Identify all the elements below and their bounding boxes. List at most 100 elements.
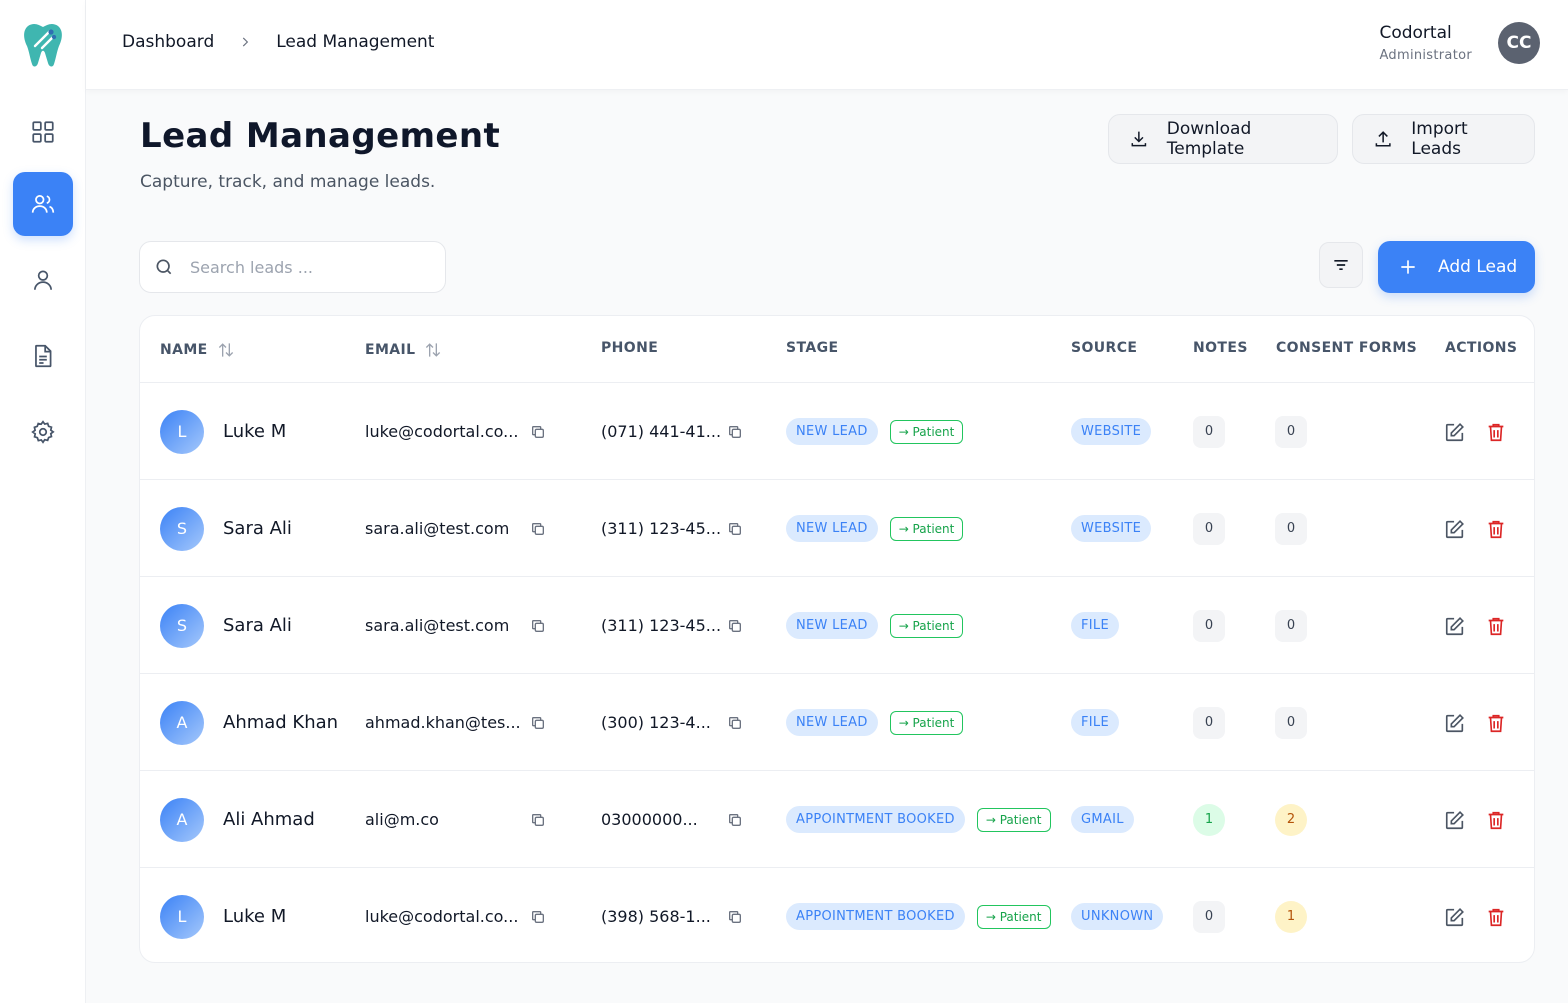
copy-email-button[interactable] — [530, 868, 546, 962]
copy-phone-button[interactable] — [727, 868, 743, 962]
sidebar-item-leads[interactable] — [13, 172, 73, 236]
stage-badge: NEW LEAD — [786, 515, 878, 542]
table-row[interactable]: A Ahmad Khan ahmad.khan@tes... (300) 123… — [140, 674, 1534, 771]
search-input[interactable] — [190, 257, 430, 277]
lead-avatar: S — [160, 603, 204, 648]
delete-button[interactable] — [1485, 383, 1507, 480]
lead-email: luke@codortal.co... — [365, 422, 519, 441]
lead-name[interactable]: Sara Ali — [223, 615, 292, 636]
copy-phone-button[interactable] — [727, 480, 743, 577]
delete-button[interactable] — [1485, 771, 1507, 868]
delete-button[interactable] — [1485, 480, 1507, 577]
delete-button[interactable] — [1485, 674, 1507, 771]
table-row[interactable]: L Luke M luke@codortal.co... (071) 441-4… — [140, 383, 1534, 480]
users-icon — [31, 195, 55, 213]
notes-count[interactable]: 0 — [1193, 415, 1225, 448]
copy-email-button[interactable] — [530, 674, 546, 771]
edit-button[interactable] — [1444, 674, 1466, 771]
edit-button[interactable] — [1444, 868, 1466, 962]
lead-name[interactable]: Ali Ahmad — [223, 809, 315, 830]
lead-phone: (300) 123-4... — [601, 713, 711, 732]
edit-button[interactable] — [1444, 577, 1466, 674]
table-row[interactable]: S Sara Ali sara.ali@test.com (311) 123-4… — [140, 480, 1534, 577]
convert-to-patient-button[interactable]: → Patient — [976, 807, 1051, 832]
filter-button[interactable] — [1319, 242, 1363, 288]
tooth-logo-icon[interactable] — [20, 20, 66, 70]
copy-phone-button[interactable] — [727, 771, 743, 868]
sidebar-item-patients[interactable] — [13, 248, 73, 312]
import-leads-button[interactable]: Import Leads — [1352, 114, 1535, 164]
user-name: Codortal — [1379, 23, 1452, 43]
convert-to-patient-button[interactable]: → Patient — [889, 419, 964, 444]
breadcrumb: Dashboard Lead Management — [122, 32, 434, 52]
lead-phone: (071) 441-41... — [601, 422, 722, 441]
sort-icon[interactable] — [423, 340, 443, 360]
notes-count[interactable]: 0 — [1193, 706, 1225, 739]
user-menu[interactable]: Codortal Administrator CC — [1379, 22, 1540, 64]
trash-icon — [1488, 811, 1504, 829]
lead-name[interactable]: Ahmad Khan — [223, 712, 338, 733]
gear-icon — [31, 420, 55, 444]
column-source-header: SOURCE — [1071, 340, 1138, 356]
lead-name[interactable]: Sara Ali — [223, 518, 292, 539]
column-actions-header: ACTIONS — [1445, 340, 1518, 356]
avatar[interactable]: CC — [1498, 22, 1540, 64]
convert-to-patient-button[interactable]: → Patient — [889, 516, 964, 541]
column-name-header[interactable]: NAME — [160, 340, 236, 360]
consent-forms-count[interactable]: 0 — [1275, 415, 1307, 448]
column-stage-header: STAGE — [786, 340, 839, 356]
lead-name[interactable]: Luke M — [223, 906, 286, 927]
sort-icon[interactable] — [216, 340, 236, 360]
filter-icon — [1334, 260, 1348, 270]
consent-forms-count[interactable]: 1 — [1275, 900, 1307, 933]
source-badge: WEBSITE — [1071, 418, 1152, 445]
consent-forms-count[interactable]: 0 — [1275, 512, 1307, 545]
search-box — [139, 241, 446, 293]
lead-avatar: A — [160, 700, 204, 745]
convert-to-patient-button[interactable]: → Patient — [889, 710, 964, 735]
edit-button[interactable] — [1444, 480, 1466, 577]
copy-phone-button[interactable] — [727, 383, 743, 480]
lead-name[interactable]: Luke M — [223, 421, 286, 442]
download-icon — [1131, 131, 1147, 147]
convert-to-patient-button[interactable]: → Patient — [889, 613, 964, 638]
download-template-button[interactable]: Download Template — [1108, 114, 1338, 164]
stage-badge: NEW LEAD — [786, 418, 878, 445]
sidebar-item-settings[interactable] — [13, 400, 73, 464]
add-lead-button[interactable]: Add Lead — [1378, 241, 1535, 293]
edit-icon — [1445, 422, 1464, 441]
lead-avatar: A — [160, 797, 204, 842]
sidebar-item-dashboard[interactable] — [13, 100, 73, 164]
lead-avatar: L — [160, 894, 204, 939]
copy-phone-button[interactable] — [727, 674, 743, 771]
notes-count[interactable]: 0 — [1193, 512, 1225, 545]
copy-email-button[interactable] — [530, 771, 546, 868]
page-title: Lead Management — [140, 116, 501, 156]
delete-button[interactable] — [1485, 577, 1507, 674]
consent-forms-count[interactable]: 0 — [1275, 609, 1307, 642]
copy-email-button[interactable] — [530, 383, 546, 480]
edit-button[interactable] — [1444, 383, 1466, 480]
consent-forms-count[interactable]: 0 — [1275, 706, 1307, 739]
copy-phone-button[interactable] — [727, 577, 743, 674]
notes-count[interactable]: 0 — [1193, 900, 1225, 933]
table-row[interactable]: S Sara Ali sara.ali@test.com (311) 123-4… — [140, 577, 1534, 674]
delete-button[interactable] — [1485, 868, 1507, 962]
convert-to-patient-button[interactable]: → Patient — [976, 904, 1051, 929]
sidebar-item-documents[interactable] — [13, 324, 73, 388]
import-leads-label: Import Leads — [1411, 119, 1468, 159]
breadcrumb-dashboard-link[interactable]: Dashboard — [122, 32, 214, 52]
column-email-header[interactable]: EMAIL — [365, 340, 443, 360]
copy-email-button[interactable] — [530, 577, 546, 674]
table-row[interactable]: A Ali Ahmad ali@m.co 03000000... APPOINT… — [140, 771, 1534, 868]
consent-forms-count[interactable]: 2 — [1275, 803, 1307, 836]
edit-icon — [1445, 810, 1464, 829]
copy-icon — [532, 813, 544, 826]
search-icon — [156, 259, 172, 275]
table-row[interactable]: L Luke M luke@codortal.co... (398) 568-1… — [140, 868, 1534, 962]
notes-count[interactable]: 0 — [1193, 609, 1225, 642]
notes-count[interactable]: 1 — [1193, 803, 1225, 836]
lead-phone: (311) 123-45... — [601, 519, 722, 538]
copy-email-button[interactable] — [530, 480, 546, 577]
edit-button[interactable] — [1444, 771, 1466, 868]
